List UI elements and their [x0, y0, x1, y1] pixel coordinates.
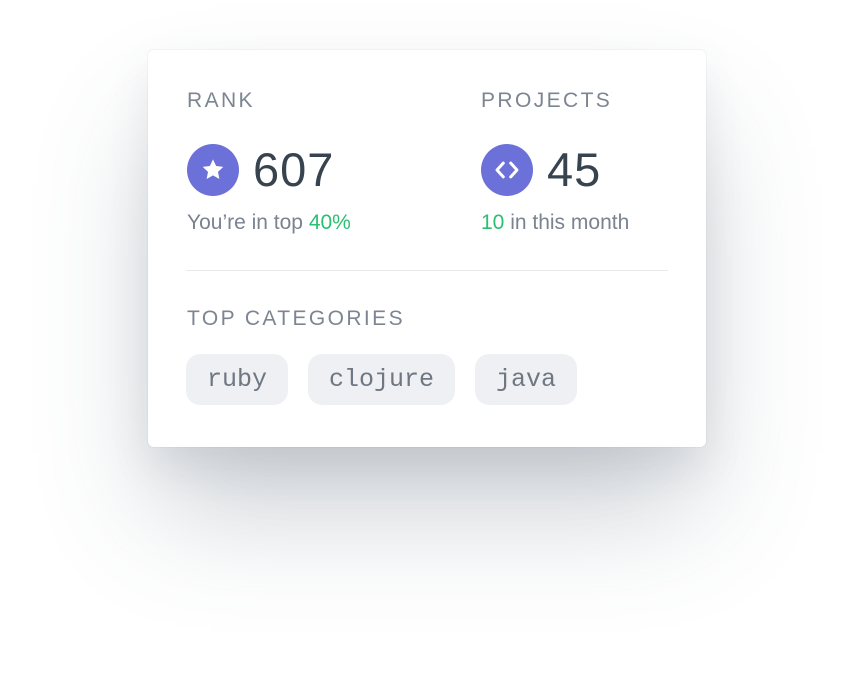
- categories-label: TOP CATEGORIES: [187, 307, 405, 330]
- profile-stats-card: RANK 607 You’re in top 40% PROJECTS 45 1…: [148, 50, 706, 447]
- rank-value: 607: [253, 143, 335, 196]
- category-tag-ruby[interactable]: ruby: [186, 354, 289, 405]
- projects-this-month-count: 10: [481, 211, 505, 234]
- category-tag-java[interactable]: java: [475, 354, 578, 405]
- page: RANK 607 You’re in top 40% PROJECTS 45 1…: [0, 0, 855, 696]
- category-tag-clojure[interactable]: clojure: [308, 354, 456, 405]
- rank-stat: 607: [187, 144, 334, 196]
- projects-sub-suffix: in this month: [510, 211, 630, 234]
- rank-subtext: You’re in top 40%: [187, 211, 351, 235]
- rank-percentile: 40%: [308, 211, 351, 234]
- divider: [186, 270, 668, 271]
- category-tags: ruby clojure java: [186, 354, 578, 405]
- projects-subtext: 10 in this month: [481, 211, 629, 235]
- projects-label: PROJECTS: [481, 89, 613, 112]
- projects-value: 45: [547, 143, 602, 196]
- rank-sub-prefix: You’re in top: [187, 211, 303, 234]
- code-icon: [481, 144, 533, 196]
- star-icon: [187, 144, 239, 196]
- rank-label: RANK: [187, 89, 255, 112]
- projects-stat: 45: [481, 144, 601, 196]
